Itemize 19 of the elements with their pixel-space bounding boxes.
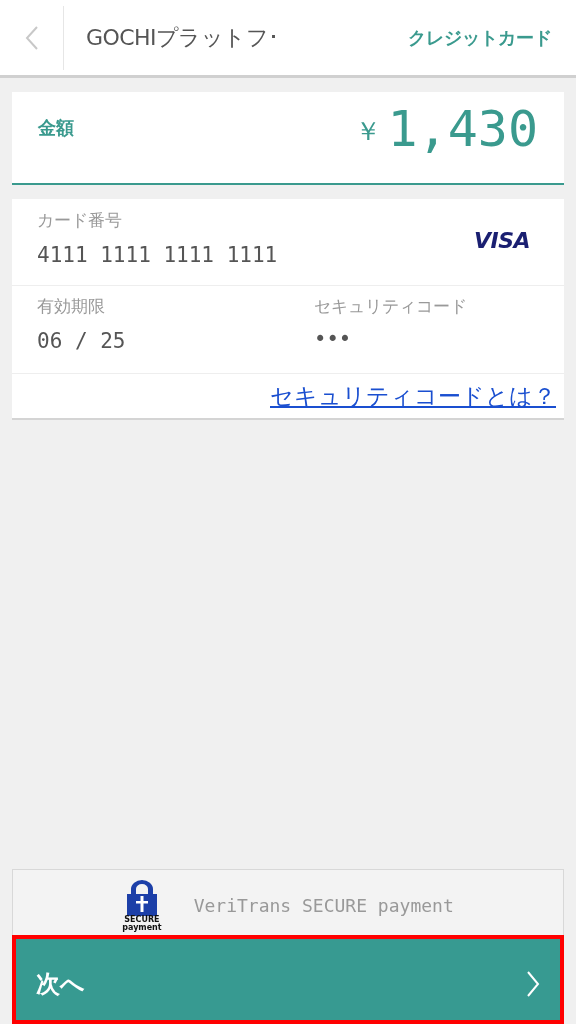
back-icon xyxy=(24,24,39,51)
card-number-field[interactable]: 4111 1111 1111 1111 xyxy=(37,239,278,271)
payment-method: クレジットカード xyxy=(408,26,552,50)
visa-logo: VISA xyxy=(474,227,530,255)
page-title: GOCHIプラットフ･ xyxy=(86,24,279,52)
amount-label: 金額 xyxy=(38,116,74,140)
currency-sign: ￥ xyxy=(355,115,382,148)
amount-value: 1,430 xyxy=(387,104,538,154)
chevron-right-icon xyxy=(526,969,540,998)
expiry-field[interactable]: 06 / 25 xyxy=(37,325,314,357)
field-label: セキュリティコード xyxy=(314,295,467,318)
field-label: カード番号 xyxy=(37,209,123,232)
secure-payment-text: VeriTrans SECURE payment xyxy=(193,894,454,918)
field-label: 有効期限 xyxy=(37,295,106,318)
security-code-help-link[interactable]: セキュリティコードとは？ xyxy=(270,378,556,414)
logo-caption: SECURE xyxy=(124,915,160,924)
security-code-field[interactable]: ••• xyxy=(314,323,467,355)
logo-caption: payment xyxy=(122,923,162,932)
lock-icon xyxy=(126,879,157,916)
